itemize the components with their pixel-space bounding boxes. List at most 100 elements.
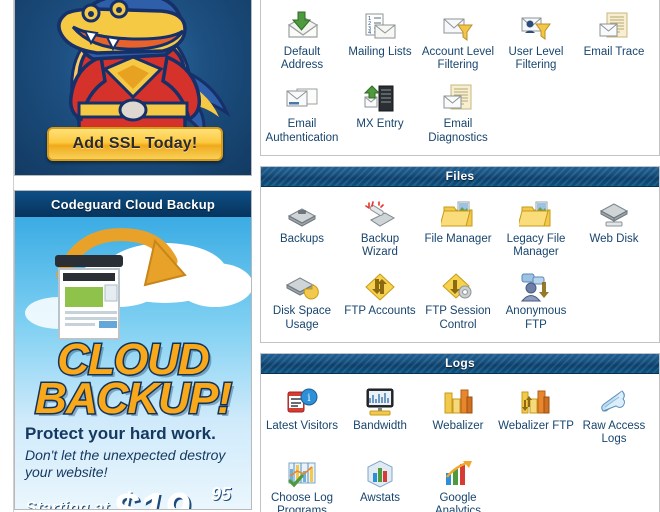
web-disk-icon	[596, 196, 632, 230]
price-amount: $19	[113, 482, 190, 510]
file-manager-icon	[440, 196, 476, 230]
webalizer-icon	[440, 383, 476, 417]
panel-logs-grid: i Latest Visitors Bandwidth Webalizer We…	[261, 374, 659, 512]
raw-access-logs-icon	[596, 383, 632, 417]
feature-label: Anonymous FTP	[505, 305, 567, 331]
cpanel-page: Add SSL Today! Codeguard Cloud Backup CL…	[0, 0, 660, 512]
price-period: /yr	[211, 508, 228, 509]
svg-text:4: 4	[368, 30, 371, 36]
feature-label: Default Address	[280, 46, 324, 72]
email-diagnostics-icon	[440, 81, 476, 115]
codeguard-tagline: Protect your hard work.	[25, 424, 216, 444]
default-address-icon	[284, 9, 320, 43]
awstats-icon	[362, 455, 398, 489]
bandwidth-icon	[362, 383, 398, 417]
feature-label: Email Authentication	[265, 118, 339, 144]
ftp-session-control-icon	[440, 268, 476, 302]
feature-web-disk[interactable]: Web Disk	[575, 193, 653, 265]
feature-label: User Level Filtering	[508, 46, 564, 72]
feature-file-manager[interactable]: File Manager	[419, 193, 497, 265]
email-trace-icon	[596, 9, 632, 43]
panel-logs: Logs i Latest Visitors Bandwidth Webaliz…	[260, 352, 660, 512]
feature-label: Backups	[279, 232, 325, 245]
feature-email-authentication[interactable]: Email Authentication	[263, 78, 341, 150]
feature-label: Awstats	[359, 492, 401, 505]
latest-visitors-icon: i	[284, 383, 320, 417]
feature-label: Web Disk	[589, 232, 639, 245]
feature-choose-log-programs[interactable]: Choose Log Programs	[263, 452, 341, 512]
panel-logs-header: Logs	[261, 353, 659, 374]
feature-ftp-session-control[interactable]: FTP Session Control	[419, 265, 497, 337]
add-ssl-today-label: Add SSL Today!	[72, 135, 198, 152]
panel-email: Default Address 12 34 Mailing Lists Acco…	[260, 0, 660, 156]
mx-entry-icon	[362, 81, 398, 115]
mailing-lists-icon: 12 34	[362, 9, 398, 43]
codeguard-ad-header: Codeguard Cloud Backup	[15, 191, 251, 217]
sidebar-ads: Add SSL Today! Codeguard Cloud Backup CL…	[0, 0, 260, 512]
feature-label: Latest Visitors	[265, 419, 338, 432]
feature-anonymous-ftp[interactable]: Anonymous FTP	[497, 265, 575, 337]
feature-raw-access-logs[interactable]: Raw Access Logs	[575, 380, 653, 452]
feature-legacy-file-manager[interactable]: Legacy File Manager	[497, 193, 575, 265]
panel-files: Files Backups Backup Wizard File Manager…	[260, 165, 660, 343]
feature-label: Disk Space Usage	[272, 305, 332, 331]
feature-label: Backup Wizard	[360, 232, 400, 259]
feature-label: FTP Session Control	[425, 305, 491, 331]
feature-ftp-accounts[interactable]: FTP Accounts	[341, 265, 419, 337]
webalizer-ftp-icon	[518, 383, 554, 417]
feature-backups[interactable]: Backups	[263, 193, 341, 265]
feature-label: Legacy File Manager	[506, 232, 566, 259]
cpanel-feature-panels: Default Address 12 34 Mailing Lists Acco…	[260, 0, 660, 512]
feature-label: Mailing Lists	[348, 46, 412, 58]
feature-mailing-lists[interactable]: 12 34 Mailing Lists	[341, 6, 419, 78]
codeguard-ad-header-label: Codeguard Cloud Backup	[50, 196, 216, 212]
feature-bandwidth[interactable]: Bandwidth	[341, 380, 419, 452]
feature-label: Email Diagnostics	[428, 118, 488, 144]
email-authentication-icon	[284, 81, 320, 115]
feature-backup-wizard[interactable]: Backup Wizard	[341, 193, 419, 265]
feature-webalizer-ftp[interactable]: Webalizer FTP	[497, 380, 575, 452]
feature-label: Email Trace	[583, 46, 645, 58]
cloud-backup-illustration-icon	[25, 228, 251, 340]
feature-label: FTP Accounts	[344, 305, 416, 318]
svg-text:i: i	[307, 393, 310, 404]
feature-user-level-filtering[interactable]: User Level Filtering	[497, 6, 575, 78]
backups-icon	[284, 196, 320, 230]
feature-label: File Manager	[424, 232, 492, 245]
feature-label: MX Entry	[356, 118, 404, 131]
add-ssl-today-button[interactable]: Add SSL Today!	[47, 127, 223, 161]
feature-latest-visitors[interactable]: i Latest Visitors	[263, 380, 341, 452]
feature-label: Bandwidth	[353, 419, 407, 432]
panel-logs-title: Logs	[445, 356, 475, 371]
feature-awstats[interactable]: Awstats	[341, 452, 419, 512]
feature-label: Raw Access Logs	[582, 419, 646, 445]
feature-mx-entry[interactable]: MX Entry	[341, 78, 419, 150]
panel-files-title: Files	[445, 169, 475, 184]
disk-space-usage-icon	[284, 268, 320, 302]
panel-files-grid: Backups Backup Wizard File Manager Legac…	[261, 187, 659, 342]
codeguard-subtagline: Don't let the unexpected destroy your we…	[25, 447, 226, 480]
google-analytics-icon	[440, 455, 476, 489]
feature-label: Google Analytics Integration	[434, 492, 482, 512]
user-level-filtering-icon	[518, 9, 554, 43]
feature-email-diagnostics[interactable]: Email Diagnostics	[419, 78, 497, 150]
codeguard-ad-title: CLOUD BACKUP!	[15, 336, 251, 423]
panel-email-grid: Default Address 12 34 Mailing Lists Acco…	[261, 0, 659, 155]
account-level-filtering-icon	[440, 9, 476, 43]
codeguard-ad-artwork	[15, 217, 251, 345]
feature-account-level-filtering[interactable]: Account Level Filtering	[419, 6, 497, 78]
feature-webalizer[interactable]: Webalizer	[419, 380, 497, 452]
cloud-title-line2: BACKUP!	[34, 373, 234, 423]
feature-label: Webalizer FTP	[498, 419, 574, 432]
anonymous-ftp-icon	[518, 268, 554, 302]
codeguard-promo-ad[interactable]: Codeguard Cloud Backup CLOUD BACKUP! Pro…	[14, 190, 252, 510]
choose-log-programs-icon	[284, 455, 320, 489]
feature-default-address[interactable]: Default Address	[263, 6, 341, 78]
feature-label: Webalizer	[432, 419, 484, 432]
feature-disk-space-usage[interactable]: Disk Space Usage	[263, 265, 341, 337]
ftp-accounts-icon	[362, 268, 398, 302]
ssl-promo-ad[interactable]: Add SSL Today!	[14, 0, 252, 176]
feature-email-trace[interactable]: Email Trace	[575, 6, 653, 78]
alligator-superhero-mascot-icon	[57, 0, 231, 145]
feature-google-analytics-integration[interactable]: Google Analytics Integration	[419, 452, 497, 512]
